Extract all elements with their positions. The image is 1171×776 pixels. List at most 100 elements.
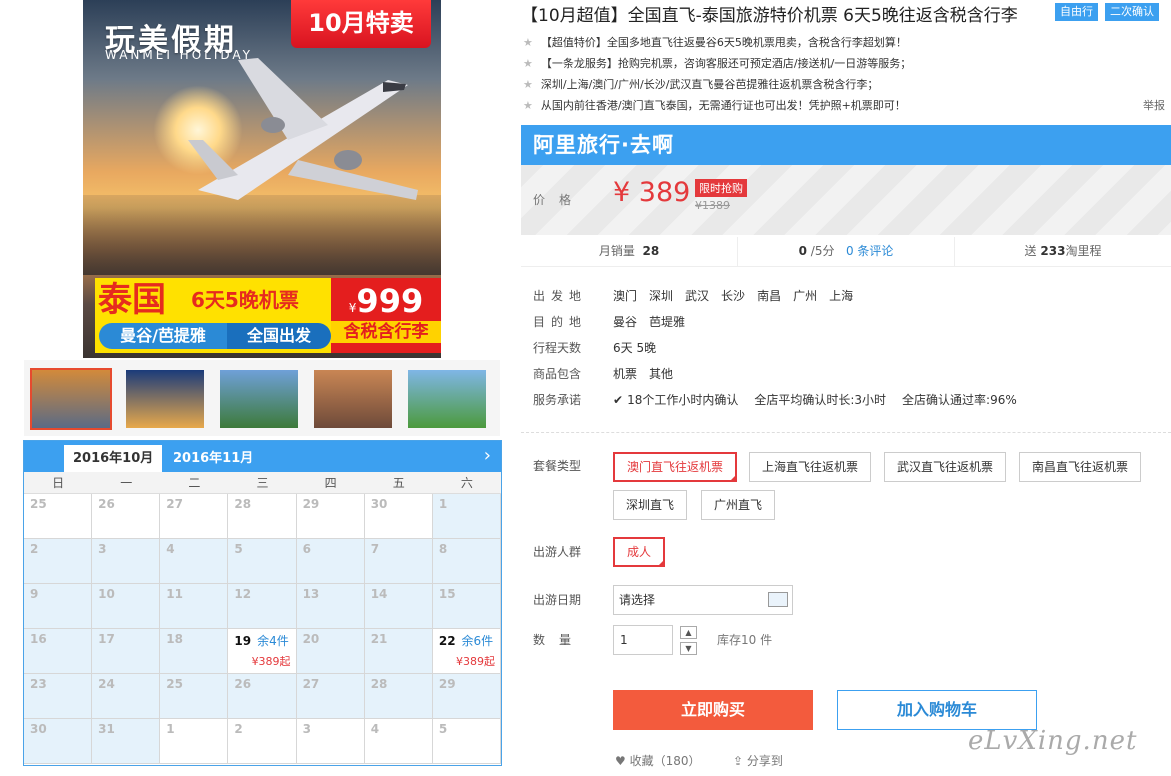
- calendar-day: 14: [364, 584, 433, 629]
- favorite-button[interactable]: ♥ 收藏（180）: [615, 752, 701, 769]
- day-number: 9: [30, 587, 39, 601]
- day-number: 21: [370, 632, 388, 646]
- calendar-day: 9: [24, 584, 93, 629]
- calendar-day: 15: [432, 584, 501, 629]
- quantity-input[interactable]: 1: [613, 625, 673, 655]
- date-label: 出游日期: [533, 593, 582, 607]
- package-option[interactable]: 上海直飞往返机票: [749, 452, 872, 482]
- star-icon: ★: [523, 99, 533, 112]
- site-watermark: eLvXing.net: [968, 726, 1138, 756]
- calendar-day: 28: [228, 494, 297, 539]
- palace-thumb[interactable]: [406, 368, 488, 430]
- calendar-day: 27: [160, 494, 229, 539]
- day-number: 20: [302, 632, 320, 646]
- day-number: 4: [370, 722, 380, 736]
- mileage-reward: 送 233淘里程: [1024, 244, 1102, 258]
- day-number: 7: [370, 542, 380, 556]
- calendar-day: 5: [228, 539, 297, 584]
- tag-free-travel: 自由行: [1055, 3, 1098, 21]
- calendar-day: 21: [364, 629, 433, 674]
- calendar-day: 28: [364, 674, 433, 719]
- info-value: 机票: [613, 367, 638, 381]
- info-value: 深圳: [649, 289, 674, 303]
- tower-thumb[interactable]: [218, 368, 300, 430]
- tab-month-oct[interactable]: 2016年10月: [64, 445, 163, 472]
- day-number: 30: [30, 722, 47, 736]
- chevron-right-icon[interactable]: ›: [484, 445, 491, 466]
- day-number: 25: [30, 497, 47, 511]
- info-row: 出发地 澳门 深圳 武汉 长沙 南昌 广州 上海: [533, 287, 1033, 313]
- calendar-day: 16: [24, 629, 93, 674]
- group-label: 出游人群: [533, 545, 582, 559]
- day-number: 1: [166, 722, 175, 736]
- star-icon: ★: [523, 57, 533, 70]
- weekday-label: 五: [392, 476, 405, 490]
- thumbnail-strip: [24, 360, 500, 436]
- calendar-day[interactable]: 19 余4件 ¥389起: [228, 629, 297, 674]
- calendar-day: 18: [160, 629, 229, 674]
- calendar-day: 3: [296, 719, 365, 764]
- calendar-day: 1: [160, 719, 229, 764]
- calendar-icon[interactable]: [768, 592, 788, 607]
- rating-value: 0: [798, 244, 807, 258]
- calendar-day: 2: [24, 539, 93, 584]
- limited-sale-badge: 限时抢购: [695, 179, 747, 197]
- feature-item: ★ 【超值特价】全国多地直飞往返曼谷6天5晚机票甩卖，含税含行李超划算！: [523, 32, 911, 53]
- info-value: 上海: [829, 289, 854, 303]
- tab-month-nov[interactable]: 2016年11月: [164, 445, 262, 472]
- calendar-day: 24: [92, 674, 161, 719]
- travel-date-input[interactable]: 请选择: [613, 585, 793, 615]
- package-option[interactable]: 广州直飞: [701, 490, 776, 520]
- info-value: 广州: [793, 289, 818, 303]
- day-number: 14: [370, 587, 388, 601]
- quantity-decrease-button[interactable]: ▼: [680, 642, 697, 655]
- reviews-link[interactable]: 0 条评论: [846, 244, 893, 258]
- add-to-cart-button[interactable]: 加入购物车: [837, 690, 1037, 730]
- day-number: 4: [166, 542, 175, 556]
- promo-country: 泰国: [98, 280, 166, 320]
- day-number: 24: [98, 677, 115, 691]
- info-value: 芭堤雅: [649, 315, 686, 329]
- weekday-label: 三: [256, 476, 269, 490]
- buy-now-button[interactable]: 立即购买: [613, 690, 813, 730]
- skyline-thumb[interactable]: [312, 368, 394, 430]
- calendar-day: 12: [228, 584, 297, 629]
- promo-tax-note: 含税含行李: [331, 321, 441, 343]
- product-title: 【10月超值】全国直飞-泰国旅游特价机票 6天5晚往返含税含行李: [521, 6, 1018, 26]
- quantity-increase-button[interactable]: ▲: [680, 626, 697, 639]
- calendar-day: 30: [364, 494, 433, 539]
- platform-banner: 阿里旅行·去啊: [521, 125, 1171, 165]
- product-info: 出发地 澳门 深圳 武汉 长沙 南昌 广州 上海 目的地 曼谷 芭堤雅 行程天数 6天 5晚 商品包含 机票…: [533, 287, 1033, 417]
- temple-thumb[interactable]: [124, 368, 206, 430]
- package-option[interactable]: 深圳直飞: [613, 490, 688, 520]
- weekday-header: 日一二三四五六: [24, 472, 501, 494]
- plane-thumb[interactable]: [30, 368, 112, 430]
- calendar-day[interactable]: 22 余6件 ¥389起: [432, 629, 501, 674]
- calendar-day: 4: [364, 719, 433, 764]
- day-number: 26: [98, 497, 115, 511]
- day-price: ¥389起: [251, 655, 291, 668]
- departure-calendar: 2016年10月 2016年11月 › 日一二三四五六 25 26 27 28 29 30…: [23, 440, 502, 766]
- report-link[interactable]: 举报: [1143, 97, 1165, 113]
- weekday-label: 四: [324, 476, 337, 490]
- info-key: 商品包含: [533, 367, 582, 381]
- calendar-day: 26: [228, 674, 297, 719]
- package-option[interactable]: 澳门直飞往返机票: [613, 452, 738, 482]
- share-button[interactable]: ⇪ 分享到: [733, 752, 783, 769]
- package-option[interactable]: 武汉直飞往返机票: [884, 452, 1007, 482]
- star-icon: ★: [523, 36, 533, 49]
- day-number: 31: [98, 722, 115, 736]
- group-option-adult[interactable]: 成人: [613, 537, 666, 567]
- stock-text: 库存10 件: [717, 633, 773, 647]
- brand-subtitle: WANMEI HOLIDAY: [105, 48, 254, 62]
- calendar-day: 29: [432, 674, 501, 719]
- calendar-day: 7: [364, 539, 433, 584]
- package-option[interactable]: 南昌直飞往返机票: [1019, 452, 1142, 482]
- feature-list: ★ 【超值特价】全国多地直飞往返曼谷6天5晚机票甩卖，含税含行李超划算！ ★ 【一条龙…: [523, 32, 911, 116]
- day-number: 26: [234, 677, 252, 691]
- star-icon: ★: [523, 78, 533, 91]
- info-value: 18个工作小时内确认: [627, 393, 739, 407]
- info-value: 澳门: [613, 289, 638, 303]
- share-icon: ⇪: [733, 754, 744, 768]
- day-number: 11: [166, 587, 183, 601]
